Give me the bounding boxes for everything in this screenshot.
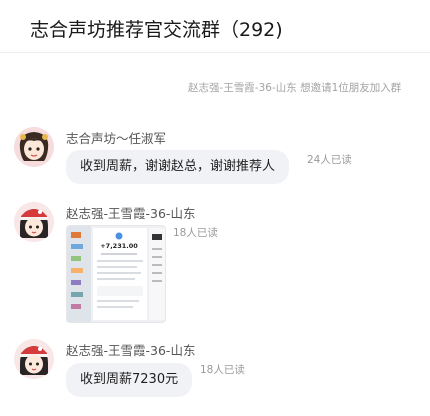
read-count[interactable]: 18人已读 bbox=[173, 225, 218, 240]
cartoon-girl-avatar-icon bbox=[14, 339, 54, 379]
sender-name: 赵志强-王雪霞-36-山东 bbox=[66, 343, 196, 358]
screenshot-amount: +7,231.00 bbox=[100, 242, 138, 250]
chat-header: 志合声坊推荐官交流群（292) bbox=[0, 0, 430, 53]
payment-screenshot-image: +7,231.00 bbox=[67, 226, 165, 322]
read-count[interactable]: 24人已读 bbox=[307, 152, 352, 167]
avatar[interactable] bbox=[14, 339, 54, 379]
group-title: 志合声坊推荐官交流群（292) bbox=[30, 19, 283, 41]
cartoon-girl-avatar-icon bbox=[14, 202, 54, 242]
message-bubble[interactable]: 收到周薪，谢谢赵总，谢谢推荐人 bbox=[66, 150, 290, 184]
image-message[interactable]: +7,231.00 bbox=[66, 225, 166, 323]
avatar[interactable] bbox=[14, 202, 54, 242]
system-invite-message: 赵志强-王雪霞-36-山东 想邀请1位朋友加入群 bbox=[188, 82, 402, 94]
message-bubble[interactable]: 收到周薪7230元 bbox=[66, 363, 193, 397]
sender-name: 赵志强-王雪霞-36-山东 bbox=[66, 206, 196, 221]
cartoon-girl-avatar-icon bbox=[14, 127, 54, 167]
sender-name: 志合声坊～任淑军 bbox=[66, 131, 167, 146]
avatar[interactable] bbox=[14, 127, 54, 167]
read-count[interactable]: 18人已读 bbox=[200, 362, 245, 377]
